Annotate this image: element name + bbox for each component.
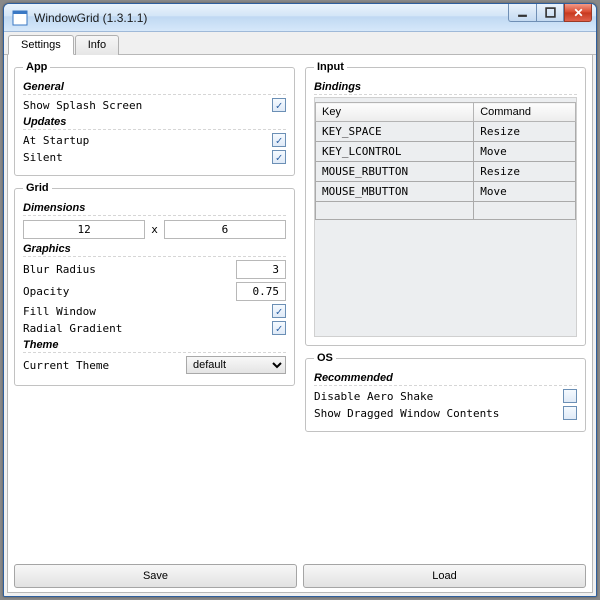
close-button[interactable] <box>564 4 592 22</box>
section-theme: Theme <box>23 339 286 353</box>
current-theme-label: Current Theme <box>23 359 186 372</box>
show-splash-checkbox[interactable] <box>272 98 286 112</box>
group-app: App General Show Splash Screen Updates A… <box>14 61 295 176</box>
titlebar[interactable]: WindowGrid (1.3.1.1) <box>4 4 596 32</box>
disable-aero-shake-checkbox[interactable] <box>563 389 577 403</box>
dims-separator: x <box>151 223 158 236</box>
app-icon <box>12 10 28 26</box>
tabs-strip: Settings Info <box>4 32 596 55</box>
section-updates: Updates <box>23 116 286 130</box>
group-input-legend: Input <box>314 61 347 73</box>
fill-window-label: Fill Window <box>23 305 272 318</box>
current-theme-select[interactable]: default <box>186 356 286 374</box>
blur-radius-input[interactable]: 3 <box>236 260 286 279</box>
client-area: Settings Info App General Show Splash Sc… <box>4 32 596 596</box>
section-recommended: Recommended <box>314 372 577 386</box>
at-startup-checkbox[interactable] <box>272 133 286 147</box>
section-dimensions: Dimensions <box>23 202 286 216</box>
group-grid: Grid Dimensions 12 x 6 Graphics Blur Rad… <box>14 182 295 386</box>
silent-label: Silent <box>23 151 272 164</box>
window-title: WindowGrid (1.3.1.1) <box>34 11 147 25</box>
group-os-legend: OS <box>314 352 336 364</box>
group-grid-legend: Grid <box>23 182 52 194</box>
left-column: App General Show Splash Screen Updates A… <box>14 61 295 560</box>
section-graphics: Graphics <box>23 243 286 257</box>
opacity-label: Opacity <box>23 285 236 298</box>
tab-content-settings: App General Show Splash Screen Updates A… <box>7 55 593 593</box>
group-app-legend: App <box>23 61 50 73</box>
section-bindings: Bindings <box>314 81 577 95</box>
bindings-grid[interactable]: Key Command KEY_SPACEResize KEY_LCONTROL… <box>314 97 577 337</box>
minimize-button[interactable] <box>508 4 536 22</box>
fill-window-checkbox[interactable] <box>272 304 286 318</box>
show-dragged-checkbox[interactable] <box>563 406 577 420</box>
table-row: KEY_LCONTROLMove <box>316 142 576 162</box>
show-splash-label: Show Splash Screen <box>23 99 272 112</box>
radial-gradient-label: Radial Gradient <box>23 322 272 335</box>
section-general: General <box>23 81 286 95</box>
table-row: MOUSE_RBUTTONResize <box>316 162 576 182</box>
opacity-input[interactable]: 0.75 <box>236 282 286 301</box>
silent-checkbox[interactable] <box>272 150 286 164</box>
tab-settings[interactable]: Settings <box>8 35 74 55</box>
window-frame: WindowGrid (1.3.1.1) Settings Info App G… <box>3 3 597 597</box>
at-startup-label: At Startup <box>23 134 272 147</box>
bindings-col-key[interactable]: Key <box>316 103 474 122</box>
button-row: Save Load <box>14 564 586 588</box>
maximize-button[interactable] <box>536 4 564 22</box>
load-button[interactable]: Load <box>303 564 586 588</box>
disable-aero-shake-label: Disable Aero Shake <box>314 390 563 403</box>
blur-radius-label: Blur Radius <box>23 263 236 276</box>
table-row: KEY_SPACEResize <box>316 122 576 142</box>
bindings-col-command[interactable]: Command <box>474 103 576 122</box>
group-os: OS Recommended Disable Aero Shake Show D… <box>305 352 586 432</box>
table-row <box>316 202 576 220</box>
table-row: MOUSE_MBUTTONMove <box>316 182 576 202</box>
tab-info[interactable]: Info <box>75 35 119 55</box>
group-input: Input Bindings Key Command KEY_SPACEResi… <box>305 61 586 346</box>
window-controls <box>508 4 592 22</box>
grid-cols-input[interactable]: 12 <box>23 220 145 239</box>
show-dragged-label: Show Dragged Window Contents <box>314 407 563 420</box>
right-column: Input Bindings Key Command KEY_SPACEResi… <box>305 61 586 560</box>
grid-rows-input[interactable]: 6 <box>164 220 286 239</box>
save-button[interactable]: Save <box>14 564 297 588</box>
radial-gradient-checkbox[interactable] <box>272 321 286 335</box>
